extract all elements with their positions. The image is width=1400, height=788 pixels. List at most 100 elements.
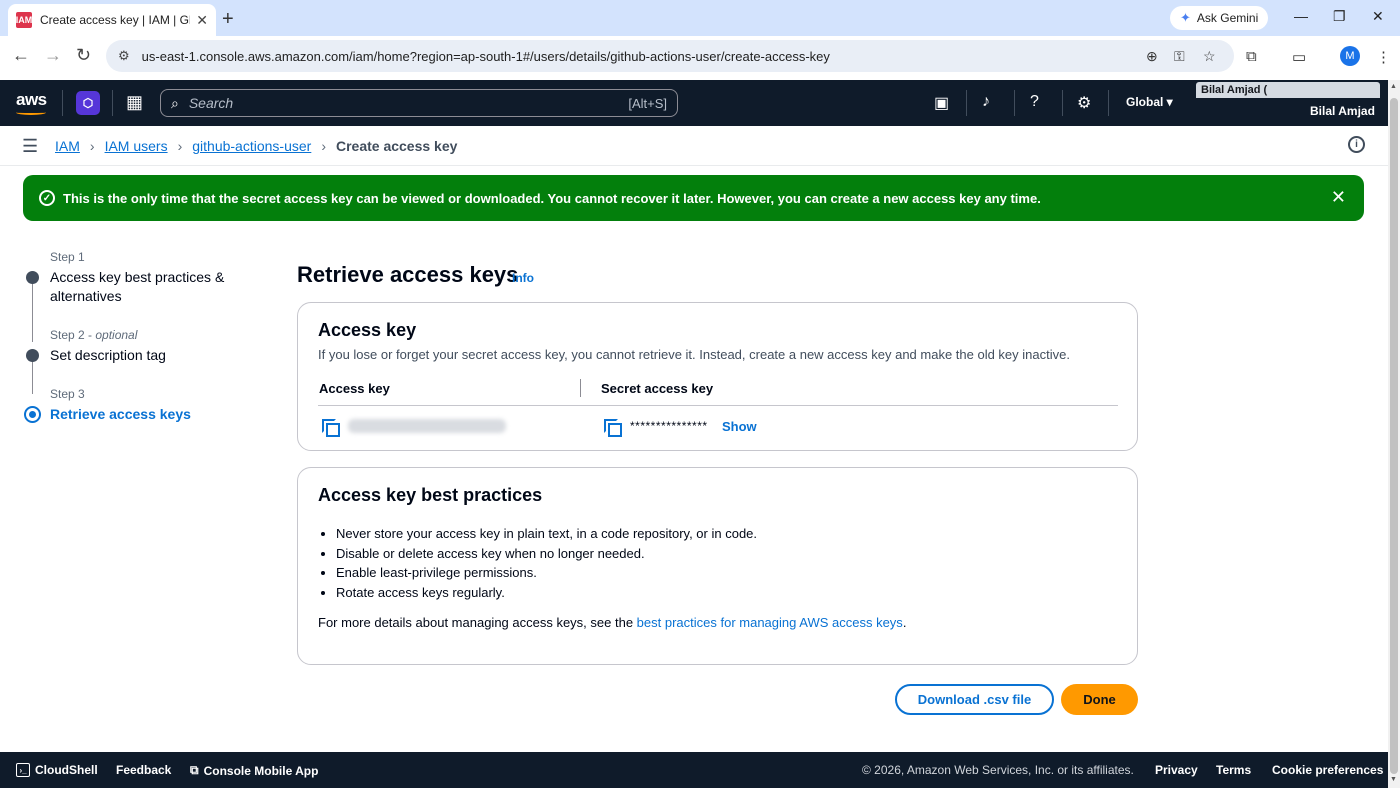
step-title: Set description tag (50, 347, 166, 363)
profile-avatar[interactable]: M (1340, 46, 1360, 66)
browser-tab[interactable]: IAM Create access key | IAM | Global ✕ (8, 4, 216, 36)
list-item: Disable or delete access key when no lon… (336, 544, 757, 564)
chevron-right-icon: › (89, 138, 95, 154)
reload-icon[interactable]: ↻ (76, 45, 91, 66)
bell-icon[interactable]: ♪ (982, 93, 990, 111)
nav-divider (112, 90, 113, 116)
close-icon[interactable]: ✕ (1331, 187, 1346, 208)
feedback-button[interactable]: Feedback (116, 763, 171, 777)
back-arrow-icon[interactable]: ← (12, 45, 30, 66)
search-icon: ⌕ (171, 94, 179, 111)
step-label: Step 1 (50, 250, 85, 264)
account-name[interactable]: Bilal Amjad (1310, 104, 1375, 118)
region-selector[interactable]: Global ▾ (1126, 95, 1173, 109)
privacy-link[interactable]: Privacy (1155, 763, 1198, 777)
nav-divider (1108, 90, 1109, 116)
account-menu-top[interactable]: Bilal Amjad ( (1196, 82, 1380, 98)
copy-icon[interactable] (322, 419, 340, 437)
hamburger-menu-icon[interactable]: ☰ (22, 136, 38, 157)
browser-address-bar: ← → ↻ ⚙ us-east-1.console.aws.amazon.com… (0, 36, 1400, 76)
show-secret-button[interactable]: Show (722, 419, 757, 434)
cloudshell-footer-button[interactable]: ›_ CloudShell (16, 763, 98, 777)
chevron-right-icon: › (177, 138, 183, 154)
minimize-icon[interactable]: — (1294, 8, 1308, 24)
app-shield-icon[interactable]: ⬡ (76, 91, 100, 115)
column-header-secret: Secret access key (601, 381, 714, 396)
step-title: Retrieve access keys (50, 406, 191, 422)
copyright-text: © 2026, Amazon Web Services, Inc. or its… (862, 763, 1134, 777)
scroll-up-icon[interactable]: ▲ (1390, 83, 1397, 90)
breadcrumb-iam-users[interactable]: IAM users (105, 138, 168, 154)
breadcrumb-user[interactable]: github-actions-user (192, 138, 311, 154)
scroll-thumb[interactable] (1390, 98, 1398, 774)
iam-favicon-icon: IAM (16, 12, 32, 28)
gemini-star-icon: ✦ (1180, 10, 1191, 25)
breadcrumb: IAM › IAM users › github-actions-user › … (55, 138, 457, 154)
check-circle-icon: ✓ (39, 190, 55, 206)
card-heading: Access key best practices (318, 485, 543, 505)
success-flash-banner: ✓ This is the only time that the secret … (23, 175, 1364, 221)
step-label: Step 3 (50, 387, 85, 401)
list-item: Enable least-privilege permissions. (336, 563, 757, 583)
page-scrollbar[interactable]: ▲ ▼ (1388, 80, 1400, 788)
info-panel-icon[interactable]: i (1348, 136, 1365, 153)
external-link-icon: ⧉ (190, 763, 199, 777)
chevron-right-icon: › (321, 138, 326, 154)
cookie-preferences-link[interactable]: Cookie preferences (1272, 763, 1383, 777)
card-description: If you lose or forget your secret access… (318, 347, 1070, 362)
new-tab-button[interactable]: + (222, 8, 234, 31)
help-icon[interactable]: ? (1030, 93, 1039, 111)
step-title: Access key best practices & alternatives (50, 269, 225, 304)
site-info-icon[interactable]: ⚙ (118, 48, 130, 64)
step-dot-active (24, 406, 41, 423)
table-divider (318, 405, 1118, 406)
search-placeholder: Search (188, 95, 234, 111)
nav-divider (1014, 90, 1015, 116)
download-csv-button[interactable]: Download .csv file (895, 684, 1054, 715)
card-heading: Access key (318, 320, 417, 340)
side-panel-icon[interactable]: ▭ (1292, 48, 1306, 66)
services-grid-icon[interactable]: ▦ (126, 92, 143, 112)
maximize-icon[interactable]: ❐ (1333, 8, 1346, 25)
mobile-app-button[interactable]: ⧉ Console Mobile App (190, 763, 318, 778)
zoom-icon[interactable]: ⊕ (1146, 48, 1158, 65)
more-prefix: For more details about managing access k… (318, 615, 637, 630)
key-icon[interactable]: ⚿ (1174, 48, 1185, 65)
window-close-icon[interactable]: ✕ (1372, 8, 1384, 25)
gear-icon[interactable]: ⚙ (1077, 93, 1091, 113)
browser-menu-icon[interactable]: ⋮ (1376, 48, 1391, 66)
best-practices-link[interactable]: best practices for managing AWS access k… (637, 615, 903, 630)
close-icon[interactable]: ✕ (196, 12, 208, 29)
step-2[interactable]: Step 2 - optional Set description tag (24, 328, 264, 365)
info-link[interactable]: Info (512, 271, 534, 285)
breadcrumb-current: Create access key (335, 138, 458, 154)
terms-link[interactable]: Terms (1216, 763, 1251, 777)
more-details-text: For more details about managing access k… (318, 615, 906, 630)
bookmark-star-icon[interactable]: ☆ (1203, 48, 1216, 65)
search-shortcut: [Alt+S] (628, 95, 667, 111)
forward-arrow-icon[interactable]: → (44, 45, 62, 66)
best-practices-list: Never store your access key in plain tex… (336, 524, 757, 602)
step-3[interactable]: Step 3 Retrieve access keys (24, 387, 264, 424)
terminal-icon: ›_ (16, 763, 30, 777)
url-text: us-east-1.console.aws.amazon.com/iam/hom… (141, 48, 830, 64)
url-bar[interactable]: ⚙ us-east-1.console.aws.amazon.com/iam/h… (106, 40, 1234, 72)
nav-divider (966, 90, 967, 116)
cloudshell-icon[interactable]: ▣ (934, 93, 949, 113)
copy-icon[interactable] (604, 419, 622, 437)
console-footer: ›_ CloudShell Feedback ⧉ Console Mobile … (0, 752, 1388, 788)
ask-gemini-button[interactable]: ✦ Ask Gemini (1170, 6, 1269, 30)
aws-logo[interactable]: aws (16, 90, 47, 110)
scroll-down-icon[interactable]: ▼ (1390, 776, 1397, 783)
list-item: Never store your access key in plain tex… (336, 524, 757, 544)
best-practices-card: Access key best practices Never store yo… (297, 467, 1138, 665)
search-input[interactable]: ⌕ Search [Alt+S] (160, 89, 678, 117)
column-header-access-key: Access key (319, 381, 390, 396)
done-button[interactable]: Done (1061, 684, 1138, 715)
breadcrumb-bar: ☰ IAM › IAM users › github-actions-user … (0, 126, 1388, 166)
column-divider (580, 379, 581, 397)
extensions-icon[interactable]: ⧉ (1246, 48, 1257, 65)
region-label: Global (1126, 95, 1164, 109)
step-1[interactable]: Step 1 Access key best practices & alter… (24, 250, 264, 306)
breadcrumb-iam[interactable]: IAM (55, 138, 80, 154)
